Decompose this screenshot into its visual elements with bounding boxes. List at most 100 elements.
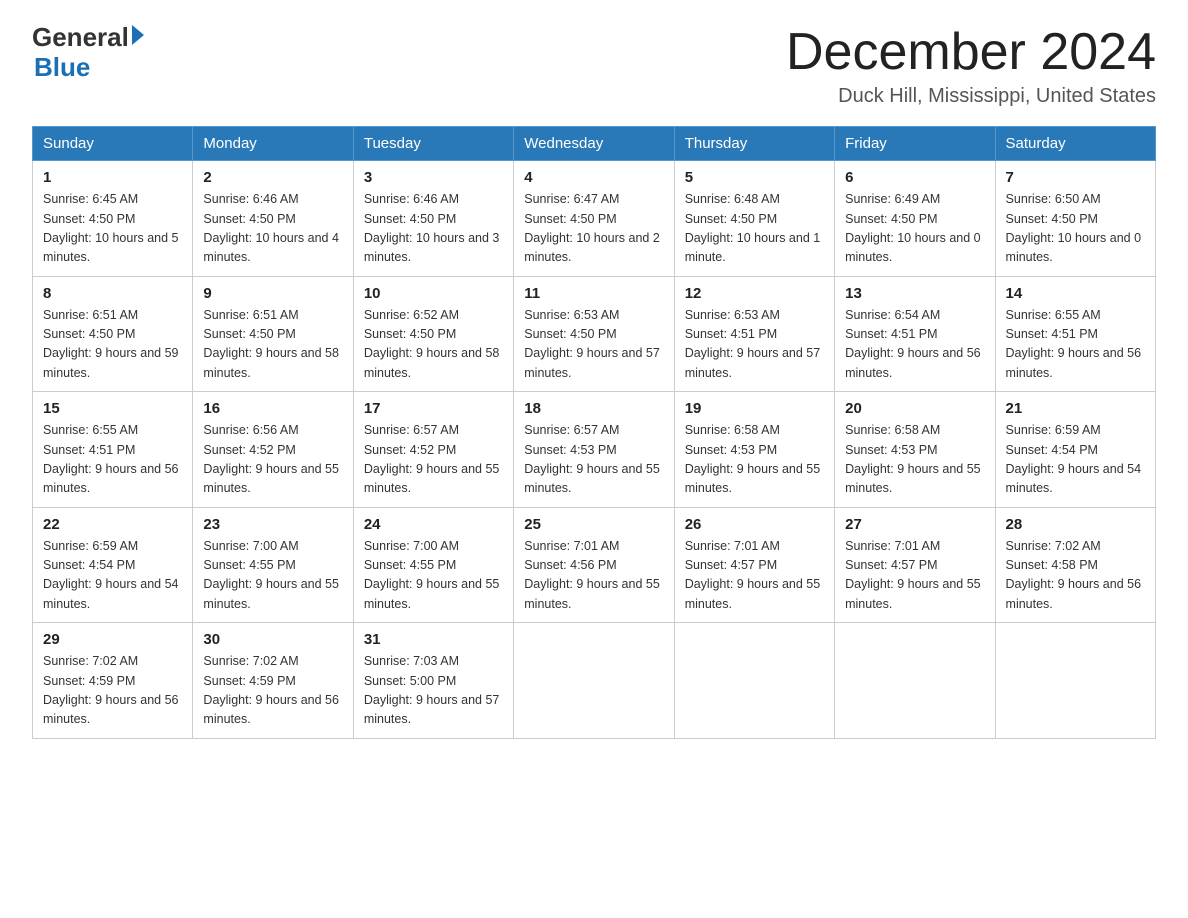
location-subtitle: Duck Hill, Mississippi, United States — [786, 85, 1156, 108]
calendar-cell: 24 Sunrise: 7:00 AM Sunset: 4:55 PM Dayl… — [353, 507, 513, 623]
calendar-week-row-2: 8 Sunrise: 6:51 AM Sunset: 4:50 PM Dayli… — [33, 276, 1156, 392]
day-info: Sunrise: 7:02 AM Sunset: 4:58 PM Dayligh… — [1006, 537, 1145, 615]
calendar-cell: 16 Sunrise: 6:56 AM Sunset: 4:52 PM Dayl… — [193, 392, 353, 508]
calendar-cell: 8 Sunrise: 6:51 AM Sunset: 4:50 PM Dayli… — [33, 276, 193, 392]
day-number: 18 — [524, 400, 663, 417]
header-saturday: Saturday — [995, 127, 1155, 161]
day-number: 16 — [203, 400, 342, 417]
day-number: 8 — [43, 285, 182, 302]
weekday-header-row: Sunday Monday Tuesday Wednesday Thursday… — [33, 127, 1156, 161]
calendar-cell: 14 Sunrise: 6:55 AM Sunset: 4:51 PM Dayl… — [995, 276, 1155, 392]
header-thursday: Thursday — [674, 127, 834, 161]
calendar-cell: 13 Sunrise: 6:54 AM Sunset: 4:51 PM Dayl… — [835, 276, 995, 392]
day-number: 9 — [203, 285, 342, 302]
day-info: Sunrise: 6:57 AM Sunset: 4:53 PM Dayligh… — [524, 421, 663, 499]
calendar-cell: 23 Sunrise: 7:00 AM Sunset: 4:55 PM Dayl… — [193, 507, 353, 623]
calendar-cell — [514, 623, 674, 739]
day-info: Sunrise: 6:50 AM Sunset: 4:50 PM Dayligh… — [1006, 190, 1145, 268]
calendar-table: Sunday Monday Tuesday Wednesday Thursday… — [32, 126, 1156, 739]
day-number: 19 — [685, 400, 824, 417]
day-info: Sunrise: 6:51 AM Sunset: 4:50 PM Dayligh… — [43, 306, 182, 384]
header-monday: Monday — [193, 127, 353, 161]
calendar-week-row-3: 15 Sunrise: 6:55 AM Sunset: 4:51 PM Dayl… — [33, 392, 1156, 508]
day-number: 23 — [203, 516, 342, 533]
calendar-cell: 6 Sunrise: 6:49 AM Sunset: 4:50 PM Dayli… — [835, 161, 995, 277]
calendar-cell: 20 Sunrise: 6:58 AM Sunset: 4:53 PM Dayl… — [835, 392, 995, 508]
calendar-cell: 5 Sunrise: 6:48 AM Sunset: 4:50 PM Dayli… — [674, 161, 834, 277]
day-number: 7 — [1006, 169, 1145, 186]
day-info: Sunrise: 7:01 AM Sunset: 4:56 PM Dayligh… — [524, 537, 663, 615]
logo-triangle-icon — [132, 25, 144, 45]
day-info: Sunrise: 6:46 AM Sunset: 4:50 PM Dayligh… — [203, 190, 342, 268]
day-info: Sunrise: 6:53 AM Sunset: 4:51 PM Dayligh… — [685, 306, 824, 384]
day-info: Sunrise: 6:45 AM Sunset: 4:50 PM Dayligh… — [43, 190, 182, 268]
day-info: Sunrise: 6:46 AM Sunset: 4:50 PM Dayligh… — [364, 190, 503, 268]
day-number: 13 — [845, 285, 984, 302]
day-number: 1 — [43, 169, 182, 186]
calendar-cell: 15 Sunrise: 6:55 AM Sunset: 4:51 PM Dayl… — [33, 392, 193, 508]
calendar-cell — [674, 623, 834, 739]
day-info: Sunrise: 6:55 AM Sunset: 4:51 PM Dayligh… — [43, 421, 182, 499]
day-number: 22 — [43, 516, 182, 533]
day-info: Sunrise: 7:00 AM Sunset: 4:55 PM Dayligh… — [364, 537, 503, 615]
day-info: Sunrise: 6:59 AM Sunset: 4:54 PM Dayligh… — [1006, 421, 1145, 499]
calendar-cell: 10 Sunrise: 6:52 AM Sunset: 4:50 PM Dayl… — [353, 276, 513, 392]
logo: General Blue — [32, 24, 144, 83]
day-number: 31 — [364, 631, 503, 648]
day-number: 28 — [1006, 516, 1145, 533]
calendar-cell: 4 Sunrise: 6:47 AM Sunset: 4:50 PM Dayli… — [514, 161, 674, 277]
calendar-cell: 28 Sunrise: 7:02 AM Sunset: 4:58 PM Dayl… — [995, 507, 1155, 623]
day-info: Sunrise: 6:56 AM Sunset: 4:52 PM Dayligh… — [203, 421, 342, 499]
calendar-cell: 27 Sunrise: 7:01 AM Sunset: 4:57 PM Dayl… — [835, 507, 995, 623]
calendar-cell: 29 Sunrise: 7:02 AM Sunset: 4:59 PM Dayl… — [33, 623, 193, 739]
logo-general-text: General — [32, 24, 129, 50]
calendar-cell: 30 Sunrise: 7:02 AM Sunset: 4:59 PM Dayl… — [193, 623, 353, 739]
day-info: Sunrise: 6:55 AM Sunset: 4:51 PM Dayligh… — [1006, 306, 1145, 384]
calendar-cell: 1 Sunrise: 6:45 AM Sunset: 4:50 PM Dayli… — [33, 161, 193, 277]
calendar-cell: 26 Sunrise: 7:01 AM Sunset: 4:57 PM Dayl… — [674, 507, 834, 623]
calendar-cell: 18 Sunrise: 6:57 AM Sunset: 4:53 PM Dayl… — [514, 392, 674, 508]
day-number: 17 — [364, 400, 503, 417]
calendar-week-row-4: 22 Sunrise: 6:59 AM Sunset: 4:54 PM Dayl… — [33, 507, 1156, 623]
day-number: 30 — [203, 631, 342, 648]
calendar-week-row-5: 29 Sunrise: 7:02 AM Sunset: 4:59 PM Dayl… — [33, 623, 1156, 739]
calendar-cell: 19 Sunrise: 6:58 AM Sunset: 4:53 PM Dayl… — [674, 392, 834, 508]
day-number: 20 — [845, 400, 984, 417]
calendar-cell: 3 Sunrise: 6:46 AM Sunset: 4:50 PM Dayli… — [353, 161, 513, 277]
day-info: Sunrise: 6:59 AM Sunset: 4:54 PM Dayligh… — [43, 537, 182, 615]
day-number: 26 — [685, 516, 824, 533]
day-info: Sunrise: 6:54 AM Sunset: 4:51 PM Dayligh… — [845, 306, 984, 384]
day-info: Sunrise: 6:53 AM Sunset: 4:50 PM Dayligh… — [524, 306, 663, 384]
day-info: Sunrise: 7:03 AM Sunset: 5:00 PM Dayligh… — [364, 652, 503, 730]
calendar-cell — [995, 623, 1155, 739]
calendar-cell: 12 Sunrise: 6:53 AM Sunset: 4:51 PM Dayl… — [674, 276, 834, 392]
logo-blue-text: Blue — [34, 52, 90, 82]
day-number: 24 — [364, 516, 503, 533]
day-number: 29 — [43, 631, 182, 648]
day-info: Sunrise: 6:47 AM Sunset: 4:50 PM Dayligh… — [524, 190, 663, 268]
calendar-cell: 25 Sunrise: 7:01 AM Sunset: 4:56 PM Dayl… — [514, 507, 674, 623]
calendar-cell: 2 Sunrise: 6:46 AM Sunset: 4:50 PM Dayli… — [193, 161, 353, 277]
page-header: General Blue December 2024 Duck Hill, Mi… — [32, 24, 1156, 108]
month-title: December 2024 — [786, 24, 1156, 81]
day-info: Sunrise: 7:02 AM Sunset: 4:59 PM Dayligh… — [43, 652, 182, 730]
day-info: Sunrise: 6:57 AM Sunset: 4:52 PM Dayligh… — [364, 421, 503, 499]
day-number: 3 — [364, 169, 503, 186]
calendar-cell: 7 Sunrise: 6:50 AM Sunset: 4:50 PM Dayli… — [995, 161, 1155, 277]
day-number: 14 — [1006, 285, 1145, 302]
day-number: 2 — [203, 169, 342, 186]
day-info: Sunrise: 6:51 AM Sunset: 4:50 PM Dayligh… — [203, 306, 342, 384]
day-info: Sunrise: 6:48 AM Sunset: 4:50 PM Dayligh… — [685, 190, 824, 268]
day-info: Sunrise: 6:58 AM Sunset: 4:53 PM Dayligh… — [685, 421, 824, 499]
header-sunday: Sunday — [33, 127, 193, 161]
day-number: 4 — [524, 169, 663, 186]
calendar-cell: 22 Sunrise: 6:59 AM Sunset: 4:54 PM Dayl… — [33, 507, 193, 623]
day-info: Sunrise: 7:02 AM Sunset: 4:59 PM Dayligh… — [203, 652, 342, 730]
day-info: Sunrise: 6:49 AM Sunset: 4:50 PM Dayligh… — [845, 190, 984, 268]
calendar-cell: 31 Sunrise: 7:03 AM Sunset: 5:00 PM Dayl… — [353, 623, 513, 739]
day-info: Sunrise: 6:58 AM Sunset: 4:53 PM Dayligh… — [845, 421, 984, 499]
day-number: 12 — [685, 285, 824, 302]
calendar-week-row-1: 1 Sunrise: 6:45 AM Sunset: 4:50 PM Dayli… — [33, 161, 1156, 277]
calendar-cell: 11 Sunrise: 6:53 AM Sunset: 4:50 PM Dayl… — [514, 276, 674, 392]
day-number: 25 — [524, 516, 663, 533]
